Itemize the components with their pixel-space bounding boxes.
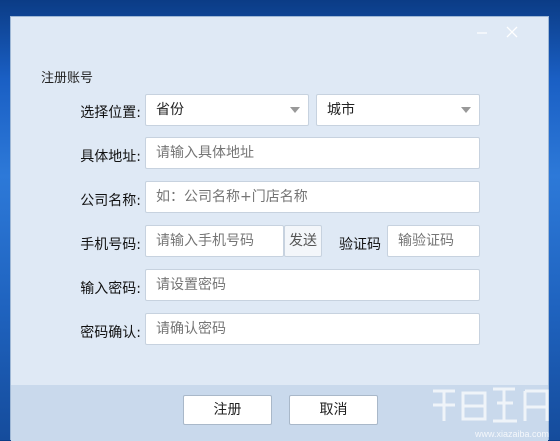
address-input[interactable] — [145, 137, 480, 169]
section-title: 注册账号 — [41, 71, 94, 86]
code-input[interactable] — [387, 225, 480, 257]
phone-input[interactable] — [145, 225, 284, 257]
location-label: 选择位置: — [80, 105, 141, 121]
province-value: 省份 — [156, 102, 184, 118]
password-input[interactable] — [145, 269, 480, 301]
cancel-button[interactable]: 取消 — [289, 395, 378, 425]
close-icon — [506, 26, 518, 38]
title-bar — [11, 17, 548, 49]
company-label: 公司名称: — [80, 193, 141, 209]
city-value: 城市 — [327, 102, 355, 118]
chevron-down-icon — [461, 107, 471, 113]
chevron-down-icon — [290, 107, 300, 113]
register-dialog: 注册账号 选择位置: 省份 城市 具体地址: 公司名称: 手机号码: 发送 验证… — [10, 16, 549, 441]
register-button[interactable]: 注册 — [183, 395, 272, 425]
confirm-password-input[interactable] — [145, 313, 480, 345]
address-label: 具体地址: — [80, 149, 141, 165]
close-button[interactable] — [501, 21, 525, 43]
company-input[interactable] — [145, 181, 480, 213]
city-select[interactable]: 城市 — [316, 94, 480, 126]
password-label: 输入密码: — [80, 281, 141, 297]
province-select[interactable]: 省份 — [145, 94, 309, 126]
confirm-label: 密码确认: — [80, 325, 141, 341]
phone-label: 手机号码: — [80, 237, 141, 253]
minimize-button[interactable] — [471, 21, 495, 43]
watermark-icon — [433, 387, 549, 423]
watermark-url: www.xiazaiba.com — [474, 429, 549, 439]
code-label: 验证码 — [339, 237, 381, 253]
minimize-icon — [477, 32, 487, 34]
watermark-logo: www.xiazaiba.com — [425, 383, 555, 440]
